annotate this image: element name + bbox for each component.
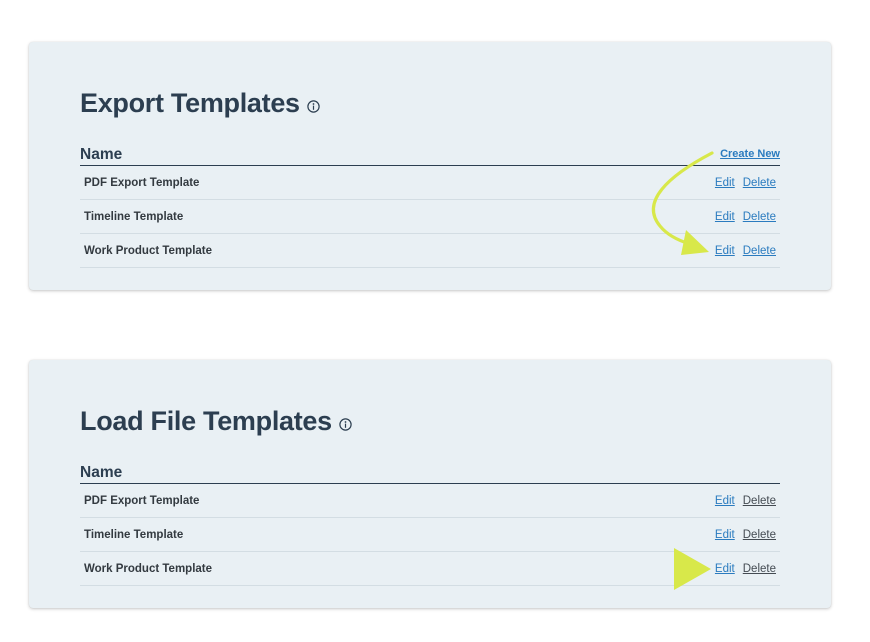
table-row: Timeline Template Edit Delete <box>80 200 780 234</box>
row-actions: Edit Delete <box>715 563 780 575</box>
create-new-link[interactable]: Create New <box>720 148 780 160</box>
table-row: Work Product Template Edit Delete <box>80 552 780 586</box>
table-row: Timeline Template Edit Delete <box>80 518 780 552</box>
page: Export Templates Name Create New PDF Exp… <box>0 0 870 642</box>
template-name: Work Product Template <box>84 244 213 257</box>
export-templates-title: Export Templates <box>80 88 320 119</box>
row-actions: Edit Delete <box>715 495 780 507</box>
edit-link[interactable]: Edit <box>715 563 735 575</box>
info-icon[interactable] <box>307 99 320 113</box>
table-header: Name Create New <box>80 146 780 166</box>
load-file-templates-title: Load File Templates <box>80 406 352 437</box>
info-icon[interactable] <box>339 417 352 431</box>
row-actions: Edit Delete <box>715 529 780 541</box>
name-column-header: Name <box>80 146 123 163</box>
template-name: PDF Export Template <box>84 176 200 189</box>
edit-link[interactable]: Edit <box>715 245 735 257</box>
export-templates-panel: Export Templates Name Create New PDF Exp… <box>29 42 831 290</box>
table-header: Name <box>80 464 780 484</box>
edit-link[interactable]: Edit <box>715 495 735 507</box>
load-file-templates-panel: Load File Templates Name PDF Export Temp… <box>29 360 831 608</box>
load-file-templates-title-text: Load File Templates <box>80 406 332 436</box>
edit-link[interactable]: Edit <box>715 211 735 223</box>
name-column-header: Name <box>80 464 123 481</box>
table-row: PDF Export Template Edit Delete <box>80 166 780 200</box>
table-row: PDF Export Template Edit Delete <box>80 484 780 518</box>
export-templates-title-text: Export Templates <box>80 88 300 118</box>
delete-link[interactable]: Delete <box>743 529 776 541</box>
template-name: Timeline Template <box>84 528 184 541</box>
template-name: Work Product Template <box>84 562 213 575</box>
template-name: PDF Export Template <box>84 494 200 507</box>
template-name: Timeline Template <box>84 210 184 223</box>
edit-link[interactable]: Edit <box>715 177 735 189</box>
delete-link[interactable]: Delete <box>743 177 776 189</box>
load-file-templates-table: Name PDF Export Template Edit Delete Tim… <box>80 464 780 586</box>
delete-link[interactable]: Delete <box>743 211 776 223</box>
export-templates-table: Name Create New PDF Export Template Edit… <box>80 146 780 268</box>
row-actions: Edit Delete <box>715 245 780 257</box>
table-row: Work Product Template Edit Delete <box>80 234 780 268</box>
delete-link[interactable]: Delete <box>743 495 776 507</box>
row-actions: Edit Delete <box>715 177 780 189</box>
row-actions: Edit Delete <box>715 211 780 223</box>
edit-link[interactable]: Edit <box>715 529 735 541</box>
delete-link[interactable]: Delete <box>743 563 776 575</box>
delete-link[interactable]: Delete <box>743 245 776 257</box>
